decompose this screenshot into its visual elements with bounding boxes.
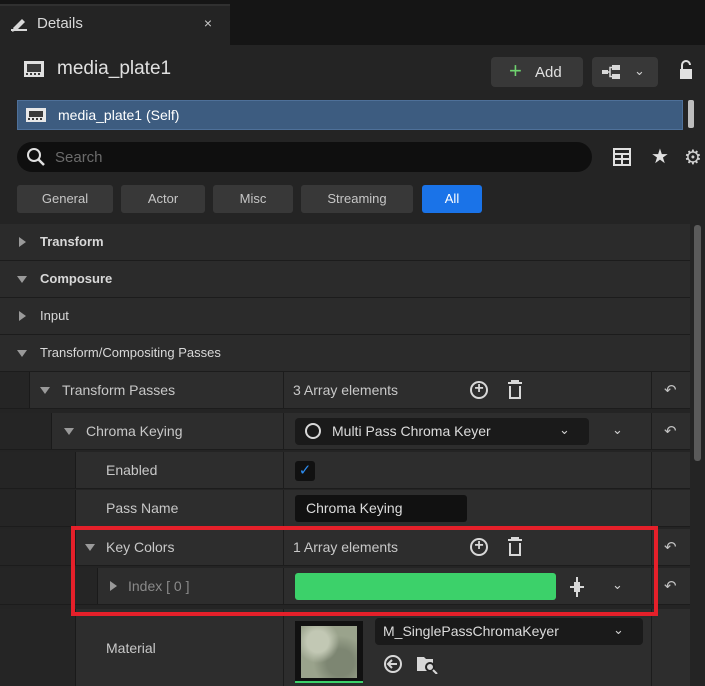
filter-misc-button[interactable]: Misc	[213, 185, 293, 213]
filter-actor-button[interactable]: Actor	[121, 185, 205, 213]
category-label: Transform/Compositing Passes	[40, 345, 221, 360]
expand-arrow-icon	[19, 311, 26, 321]
category-label: Input	[40, 308, 69, 323]
plus-icon: +	[509, 58, 522, 83]
property-name: Material	[106, 640, 156, 656]
enabled-checkbox[interactable]: ✓	[295, 461, 315, 481]
trash-icon[interactable]	[506, 380, 524, 400]
collapse-arrow-icon[interactable]	[64, 428, 74, 435]
add-component-button[interactable]: + Add	[491, 57, 583, 87]
highlight-box	[71, 526, 658, 616]
indent-guide	[0, 413, 52, 449]
search-box[interactable]	[17, 142, 592, 172]
reset-icon[interactable]: ↶	[664, 538, 677, 556]
lock-icon[interactable]	[676, 60, 694, 80]
filter-streaming-button[interactable]: Streaming	[301, 185, 413, 213]
indent-guide	[0, 372, 30, 408]
blueprint-button[interactable]: ⌄	[592, 57, 658, 87]
material-thumbnail[interactable]	[295, 621, 363, 683]
column-divider[interactable]	[283, 452, 284, 488]
tab-bar: Details ×	[0, 0, 705, 45]
category-transform[interactable]: Transform	[0, 224, 690, 261]
tab-title: Details	[37, 15, 83, 32]
material-name: M_SinglePassChromaKeyer	[383, 623, 559, 639]
media-plate-icon	[26, 108, 46, 122]
indent-guide	[0, 452, 76, 488]
property-pass-name: Pass Name Chroma Keying	[0, 490, 690, 527]
gear-icon[interactable]: ⚙	[684, 145, 702, 170]
array-count: 3 Array elements	[293, 382, 399, 398]
category-label: Composure	[40, 271, 113, 286]
use-selected-icon[interactable]	[383, 654, 403, 674]
details-scrollbar[interactable]	[694, 225, 701, 461]
collapse-arrow-icon[interactable]	[40, 387, 50, 394]
chevron-down-icon[interactable]: ⌄	[612, 422, 623, 438]
reset-icon[interactable]: ↶	[664, 422, 677, 440]
property-material: Material M_SinglePassChromaKeyer ⌄	[0, 609, 690, 686]
pass-name-field[interactable]: Chroma Keying	[295, 495, 467, 522]
property-name: Enabled	[106, 462, 158, 478]
add-element-icon[interactable]: +	[470, 381, 488, 399]
actor-header: media_plate1 + Add ⌄	[0, 45, 705, 95]
material-preview	[301, 626, 357, 678]
chevron-down-icon: ⌄	[634, 63, 645, 78]
browse-folder-icon[interactable]	[416, 654, 438, 674]
category-transform-compositing-passes[interactable]: Transform/Compositing Passes	[0, 335, 690, 372]
class-icon	[305, 423, 321, 439]
actor-name: media_plate1	[57, 58, 172, 79]
chevron-down-icon: ⌄	[613, 622, 624, 637]
media-plate-icon	[24, 61, 44, 77]
reset-column	[651, 372, 652, 408]
collapse-arrow-icon	[17, 350, 27, 357]
indent-guide	[0, 609, 76, 686]
details-icon	[11, 19, 27, 32]
reset-column	[651, 609, 652, 686]
collapse-arrow-icon	[17, 276, 27, 283]
details-tab[interactable]: Details ×	[0, 4, 230, 45]
reset-icon[interactable]: ↶	[664, 381, 677, 399]
close-icon[interactable]: ×	[204, 15, 212, 31]
self-label: media_plate1 (Self)	[58, 107, 180, 123]
chevron-down-icon: ⌄	[559, 422, 570, 437]
reset-column	[651, 490, 652, 526]
expand-arrow-icon	[19, 237, 26, 247]
component-scrollbar[interactable]	[688, 100, 694, 128]
property-transform-passes: Transform Passes 3 Array elements + ↶	[0, 372, 690, 409]
pass-class-combo[interactable]: Multi Pass Chroma Keyer ⌄	[295, 418, 589, 445]
combo-value: Multi Pass Chroma Keyer	[332, 423, 491, 439]
component-self-row[interactable]: media_plate1 (Self)	[17, 100, 683, 130]
property-name: Pass Name	[106, 500, 179, 516]
property-chroma-keying: Chroma Keying Multi Pass Chroma Keyer ⌄ …	[0, 413, 690, 450]
category-composure[interactable]: Composure	[0, 261, 690, 298]
column-divider[interactable]	[283, 372, 284, 408]
filter-all-button[interactable]: All	[422, 185, 482, 213]
property-name: Chroma Keying	[86, 423, 183, 439]
column-divider[interactable]	[283, 609, 284, 686]
indent-guide	[0, 529, 76, 565]
table-view-icon[interactable]	[613, 148, 631, 166]
column-divider[interactable]	[283, 413, 284, 449]
category-label: Transform	[40, 234, 104, 249]
search-icon	[27, 148, 45, 166]
column-divider[interactable]	[283, 490, 284, 526]
search-input[interactable]	[55, 146, 555, 168]
star-icon[interactable]: ★	[651, 144, 669, 169]
reset-column	[651, 452, 652, 488]
reset-column	[651, 413, 652, 449]
property-name: Transform Passes	[62, 382, 176, 398]
indent-guide	[0, 490, 76, 526]
reset-icon[interactable]: ↶	[664, 577, 677, 595]
property-enabled: Enabled ✓	[0, 452, 690, 489]
blueprint-icon	[602, 65, 620, 79]
category-input[interactable]: Input	[0, 298, 690, 335]
filter-general-button[interactable]: General	[17, 185, 113, 213]
add-label: Add	[535, 64, 562, 81]
material-picker[interactable]: M_SinglePassChromaKeyer ⌄	[375, 618, 643, 645]
